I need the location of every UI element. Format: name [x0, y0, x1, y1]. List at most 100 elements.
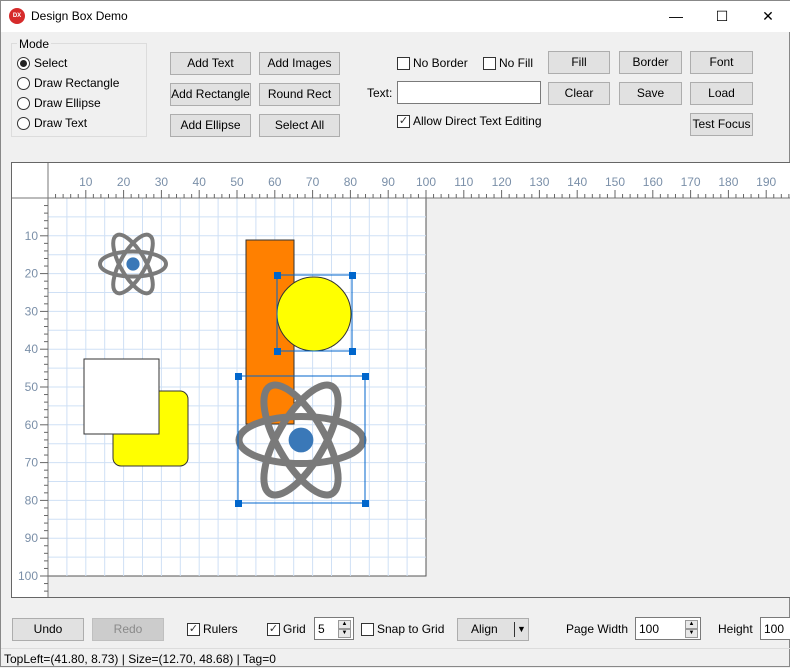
ruler-label: 130	[529, 175, 549, 189]
mode-draw-ellipse-radio[interactable]: Draw Ellipse	[17, 96, 101, 110]
design-surface[interactable]: 10 20 30 40 50 60 70 80 90 100 110 120 130 140 150 160 1…	[12, 163, 790, 598]
ruler-label: 50	[25, 380, 39, 394]
ruler-label: 80	[344, 175, 358, 189]
radio-label: Draw Ellipse	[34, 96, 101, 110]
page-width-value: 100	[639, 622, 660, 636]
grid-checkbox[interactable]: ✓ Grid	[267, 622, 306, 636]
ruler-label: 30	[155, 175, 169, 189]
resize-handle	[235, 500, 242, 507]
round-rect-button[interactable]: Round Rect	[259, 83, 340, 106]
radio-icon	[17, 76, 30, 90]
ruler-label: 90	[25, 531, 39, 545]
text-input[interactable]	[397, 81, 541, 104]
radio-icon	[17, 116, 30, 130]
design-canvas[interactable]: 10 20 30 40 50 60 70 80 90 100 110 120 130 140 150 160 1…	[11, 162, 790, 598]
load-button[interactable]: Load	[690, 82, 753, 105]
page-height-spinner[interactable]: 100	[760, 617, 790, 640]
ruler-label: 50	[230, 175, 244, 189]
save-button[interactable]: Save	[619, 82, 682, 105]
ruler-label: 110	[454, 175, 473, 189]
ruler-label: 70	[306, 175, 320, 189]
maximize-button[interactable]: ☐	[699, 1, 745, 32]
ruler-label: 70	[25, 456, 39, 470]
allow-direct-text-editing-checkbox[interactable]: ✓ Allow Direct Text Editing	[397, 114, 542, 128]
atom-nucleus	[288, 427, 314, 453]
ruler-label: 90	[382, 175, 396, 189]
title-bar: DX Design Box Demo — ☐ ✕	[1, 1, 790, 32]
text-label: Text:	[367, 86, 393, 100]
add-rectangle-button[interactable]: Add Rectangle	[170, 83, 251, 106]
spin-down-icon[interactable]: ▼	[685, 629, 698, 638]
ellipse-shape	[276, 276, 352, 352]
undo-button[interactable]: Undo	[12, 618, 84, 641]
radio-icon	[17, 96, 30, 110]
app-icon: DX	[9, 8, 25, 24]
ruler-label: 120	[492, 175, 512, 189]
resize-handle	[349, 348, 356, 355]
ruler-label: 20	[25, 267, 39, 281]
spin-up-icon[interactable]: ▲	[338, 620, 351, 629]
checkbox-label: Grid	[283, 622, 306, 636]
resize-handle	[362, 373, 369, 380]
ruler-label: 190	[756, 175, 776, 189]
height-label: Height	[718, 622, 753, 636]
border-button[interactable]: Border	[619, 51, 682, 74]
ruler-label: 150	[605, 175, 625, 189]
radio-label: Draw Text	[34, 116, 88, 130]
add-images-button[interactable]: Add Images	[259, 52, 340, 75]
align-dropdown-button[interactable]: Align ▼	[457, 618, 529, 641]
page-width-spinner[interactable]: 100 ▲ ▼	[635, 617, 701, 640]
atom-nucleus	[126, 257, 140, 271]
grid-size-spinner[interactable]: 5 ▲ ▼	[314, 617, 354, 640]
clear-button[interactable]: Clear	[548, 82, 610, 105]
align-label: Align	[471, 622, 498, 636]
mode-label: Mode	[17, 37, 52, 51]
resize-handle	[235, 373, 242, 380]
font-button[interactable]: Font	[690, 51, 753, 74]
add-text-button[interactable]: Add Text	[170, 52, 251, 75]
ruler-label: 40	[25, 342, 39, 356]
ruler-label: 80	[25, 493, 39, 507]
test-focus-button[interactable]: Test Focus	[690, 113, 753, 136]
checkbox-label: Rulers	[203, 622, 238, 636]
checkbox-label: Snap to Grid	[377, 622, 445, 636]
redo-button[interactable]: Redo	[92, 618, 164, 641]
ruler-label: 10	[79, 175, 93, 189]
mode-draw-rectangle-radio[interactable]: Draw Rectangle	[17, 76, 119, 90]
ruler-label: 60	[25, 418, 39, 432]
rulers-checkbox[interactable]: ✓ Rulers	[187, 622, 238, 636]
chevron-down-icon: ▼	[517, 624, 526, 634]
no-border-checkbox[interactable]: No Border	[397, 56, 468, 70]
minimize-button[interactable]: —	[653, 1, 699, 32]
checkbox-icon	[397, 56, 410, 70]
spin-down-icon[interactable]: ▼	[338, 629, 351, 638]
ruler-label: 140	[567, 175, 587, 189]
checkmark-icon: ✓	[267, 622, 280, 636]
radio-label: Draw Rectangle	[34, 76, 120, 90]
no-fill-checkbox[interactable]: No Fill	[483, 56, 533, 70]
grid-size-value: 5	[318, 622, 325, 636]
fill-button[interactable]: Fill	[548, 51, 610, 74]
page-width-label: Page Width	[566, 622, 629, 636]
checkbox-icon	[361, 622, 374, 636]
spin-up-icon[interactable]: ▲	[685, 620, 698, 629]
resize-handle	[274, 348, 281, 355]
checkbox-label: No Fill	[499, 56, 534, 70]
select-all-button[interactable]: Select All	[259, 114, 340, 137]
status-bar: TopLeft=(41.80, 8.73) | Size=(12.70, 48.…	[1, 648, 790, 668]
mode-draw-text-radio[interactable]: Draw Text	[17, 116, 87, 130]
checkbox-label: Allow Direct Text Editing	[413, 114, 542, 128]
add-ellipse-button[interactable]: Add Ellipse	[170, 114, 251, 137]
snap-to-grid-checkbox[interactable]: Snap to Grid	[361, 622, 444, 636]
checkbox-label: No Border	[413, 56, 468, 70]
checkmark-icon: ✓	[187, 622, 200, 636]
checkmark-icon: ✓	[397, 114, 410, 128]
rectangle-shape	[83, 358, 160, 435]
ruler-label: 60	[268, 175, 282, 189]
ruler-label: 100	[18, 569, 38, 583]
resize-handle	[349, 272, 356, 279]
checkbox-icon	[483, 56, 496, 70]
ruler-label: 160	[643, 175, 663, 189]
close-button[interactable]: ✕	[745, 1, 790, 32]
mode-select-radio[interactable]: Select	[17, 56, 67, 70]
